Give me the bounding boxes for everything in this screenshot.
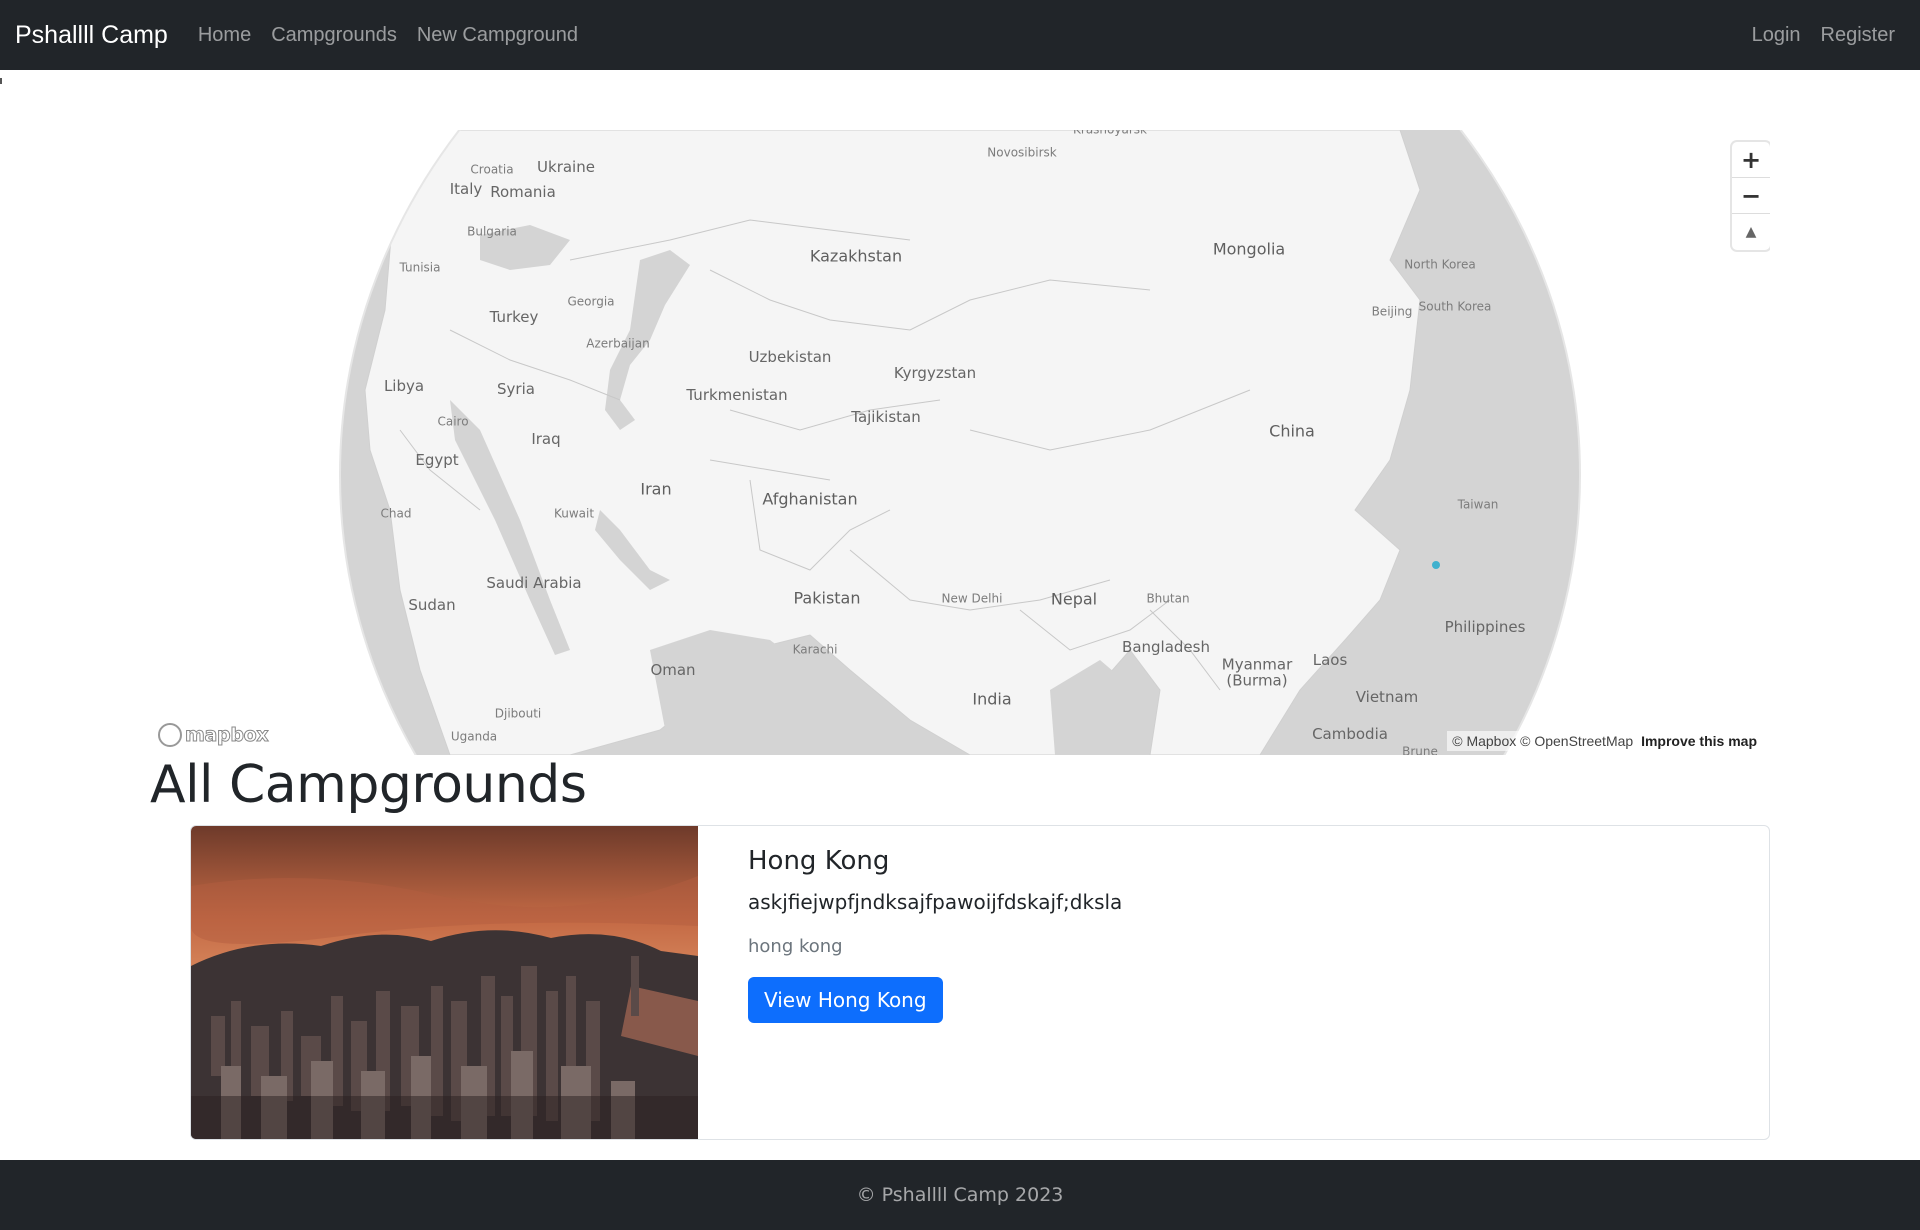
map-label: Georgia [567,294,615,309]
footer: © Pshallll Camp 2023 [0,1160,1920,1230]
map-label: Croatia [470,162,514,177]
zoom-out-button[interactable]: − [1732,178,1770,214]
card-body: Hong Kong askjfiejwpfjndksajfpawoijfdska… [698,826,1172,1139]
map-label: Kazakhstan [809,246,903,266]
map-label: Azerbaijan [586,336,650,351]
map-label: Tunisia [399,260,441,275]
map-label: Turkmenistan [686,386,788,405]
nav-home[interactable]: Home [198,24,251,47]
nav-new-campground[interactable]: New Campground [417,24,578,47]
page-title: All Campgrounds [150,755,587,815]
campground-location: hong kong [748,936,843,957]
map-label: Iran [640,479,672,499]
campground-marker[interactable] [1432,561,1440,569]
map-label: Syria [497,380,535,399]
map-label: North Korea [1404,257,1476,272]
zoom-control: + − ▲ [1732,142,1770,250]
map-label: Cairo [437,414,469,429]
nav-login[interactable]: Login [1752,24,1801,47]
map-label: South Korea [1418,299,1492,314]
navbar: Pshallll Camp Home Campgrounds New Campg… [0,0,1920,70]
map-label: Cambodia [1312,725,1388,744]
map-label: Romania [490,183,556,202]
map-label: Bangladesh [1122,638,1210,657]
attribution-text[interactable]: © Mapbox © OpenStreetMap [1452,733,1633,749]
map-label: India [972,689,1012,709]
map-label: Sudan [408,596,456,615]
map-label: Libya [383,377,425,396]
map-label: Bhutan [1146,591,1190,606]
map-label: Uganda [450,729,498,744]
map-label: Laos [1312,651,1348,670]
zoom-in-button[interactable]: + [1732,142,1770,178]
cluster-map[interactable]: Krasnoyarsk Novosibirsk Croatia Ukraine Ital… [150,130,1770,755]
mapbox-logo[interactable]: mapbox [158,723,269,747]
footer-text: © Pshallll Camp 2023 [856,1184,1064,1206]
map-label: Italy [449,180,483,199]
map-label: Brune [1402,744,1438,755]
nav-right: Login Register [1752,24,1915,47]
map-label: Krasnoyarsk [1073,130,1147,136]
map-label: New Delhi [941,591,1003,606]
map-label: Beijing [1371,304,1413,319]
map-label: Bulgaria [467,224,517,239]
map-label: Uzbekistan [748,348,832,367]
brand-link[interactable]: Pshallll Camp [15,21,168,50]
nav-campgrounds[interactable]: Campgrounds [271,24,397,47]
view-campground-button[interactable]: View Hong Kong [748,977,943,1023]
campground-description: askjfiejwpfjndksajfpawoijfdskajf;dksla [748,890,1123,914]
map-label: Pakistan [793,588,861,608]
map-label: China [1269,421,1315,441]
mapbox-logo-icon [158,723,182,747]
map-label: Vietnam [1355,688,1419,707]
map-label: Karachi [792,642,838,657]
map-label: Kyrgyzstan [893,364,977,383]
map-label: Djibouti [494,706,542,721]
mapbox-logo-text: mapbox [184,724,269,747]
map-label: Nepal [1050,589,1098,609]
map-label: Mongolia [1212,239,1286,259]
map-label: Turkey [489,308,539,327]
campground-image [191,826,698,1139]
nav-register[interactable]: Register [1821,24,1895,47]
map-label: Chad [380,506,412,521]
compass-icon: ▲ [1745,224,1757,240]
map-label: Taiwan [1457,497,1499,512]
campground-title: Hong Kong [748,846,890,876]
map-label: Egypt [415,451,459,470]
map-label: Oman [650,661,696,680]
map-label: Saudi Arabia [486,574,582,593]
compass-button[interactable]: ▲ [1732,214,1770,250]
map-attribution: © Mapbox © OpenStreetMap Improve this ma… [1447,731,1762,751]
map-label: Ukraine [537,158,595,177]
map-label: Novosibirsk [987,145,1057,160]
map-label: Tajikistan [851,408,921,427]
map-label: Philippines [1444,618,1526,637]
improve-map-link[interactable]: Improve this map [1641,733,1757,749]
map-label: Kuwait [553,506,595,521]
map-label: Iraq [531,430,561,449]
map-label: Myanmar (Burma) [1221,655,1293,689]
map-label: Afghanistan [762,489,858,509]
campground-card: Hong Kong askjfiejwpfjndksajfpawoijfdska… [190,825,1770,1140]
globe-graphic [150,130,1770,755]
stray-mark [0,78,2,84]
